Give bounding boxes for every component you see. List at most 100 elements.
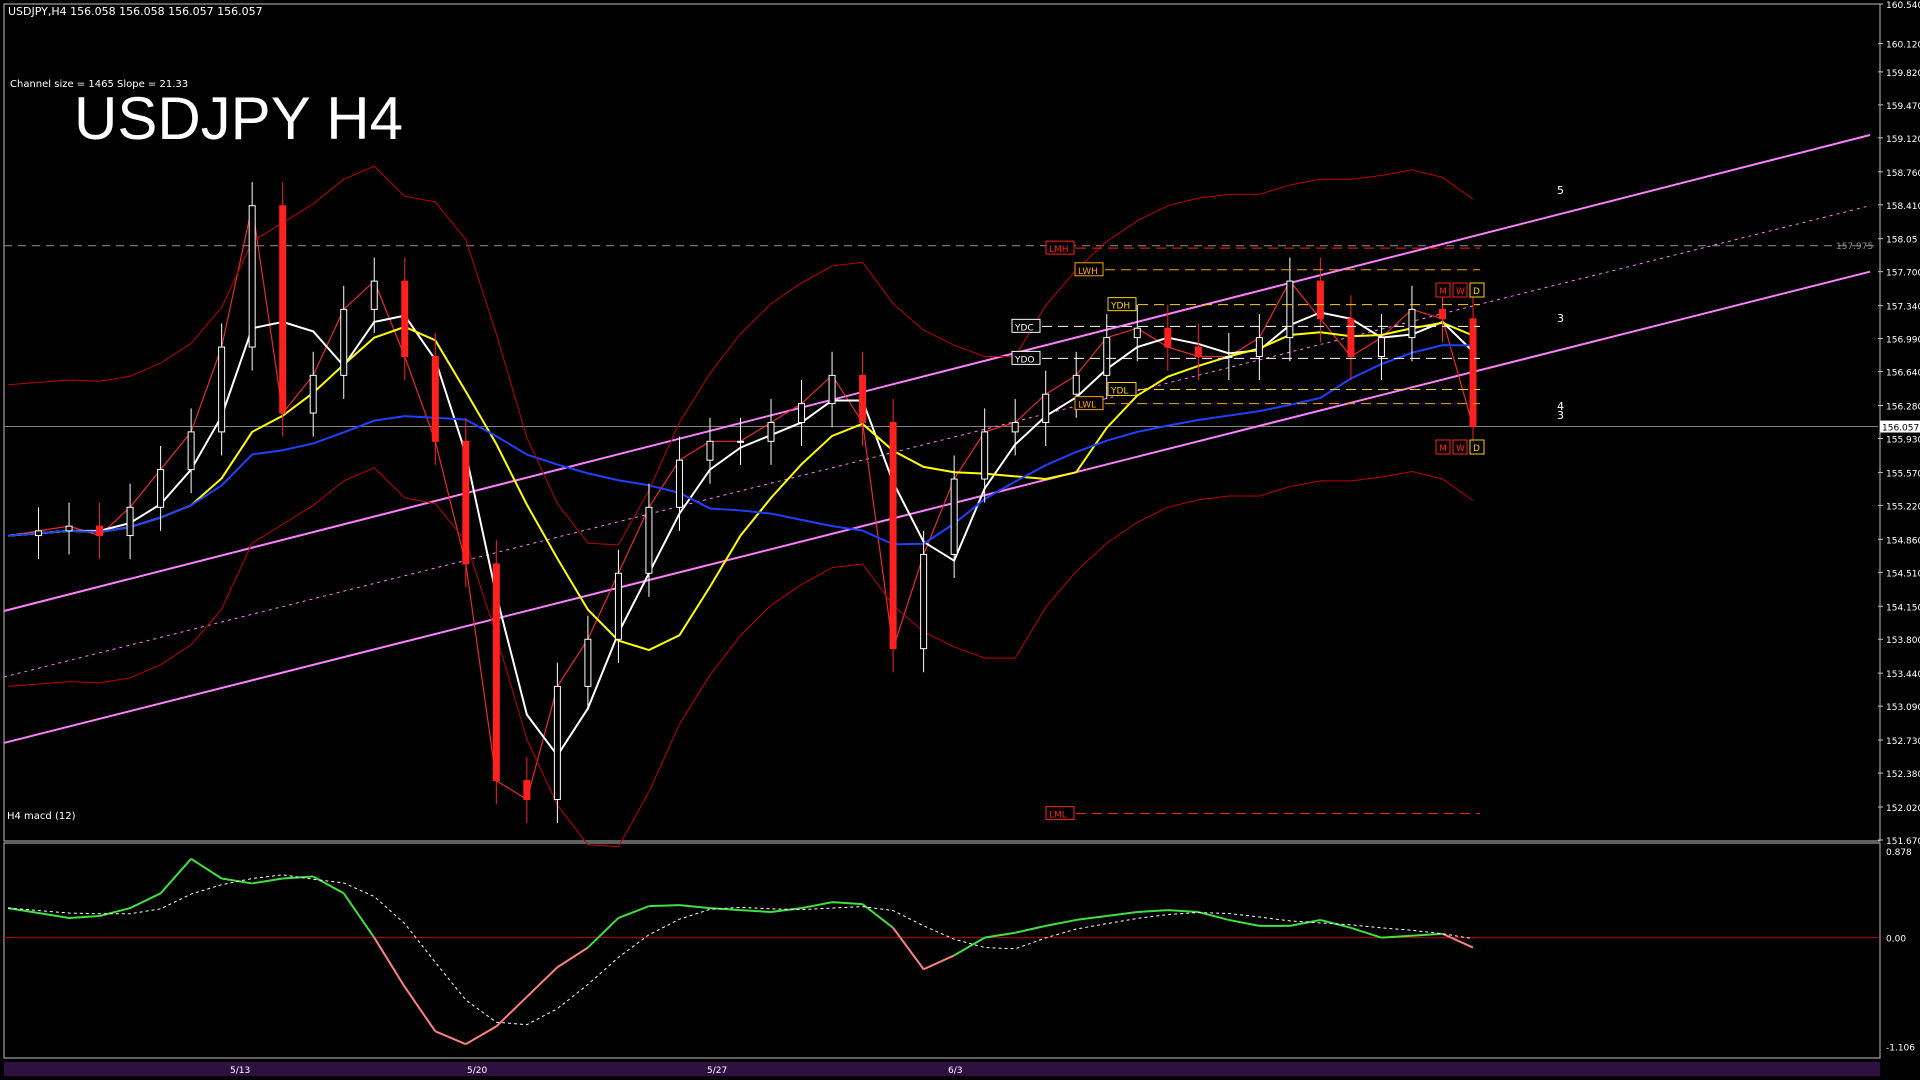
candle-body <box>401 280 409 357</box>
price-tick-label: 158.760 <box>1886 169 1920 179</box>
level-label: YDC <box>1014 323 1034 333</box>
price-tick-label: 159.120 <box>1886 135 1920 145</box>
macd-segment <box>434 1030 467 1046</box>
candle-body <box>981 431 989 480</box>
wave-label: 5 <box>1557 184 1564 197</box>
candle-body <box>1164 327 1172 348</box>
date-axis: 5/13 5/20 5/27 6/3 <box>4 1062 1880 1076</box>
level-labels: LMHLWHYDHYDCYDOYDLLWLLMLMMWWDD5343 <box>1011 184 1564 821</box>
candle-body <box>828 374 836 405</box>
macd-title: H4 macd (12) <box>7 811 76 822</box>
candle-body <box>248 205 256 348</box>
price-tick-label: 159.820 <box>1886 69 1920 79</box>
price-tick-label: 155.220 <box>1886 502 1920 512</box>
macd-segment <box>679 904 711 910</box>
symbol-header: USDJPY,H4 156.058 156.058 156.057 156.05… <box>8 5 263 18</box>
macd-segment <box>495 996 528 1028</box>
price-tick-label: 154.860 <box>1886 536 1920 546</box>
level-label: YDH <box>1110 302 1130 312</box>
macd-segment <box>129 892 162 909</box>
candle-body <box>1286 280 1294 339</box>
candle-body <box>279 205 287 414</box>
candle-body <box>1377 337 1385 357</box>
dashed-level-label: 157.975 <box>1836 242 1873 252</box>
candle-body <box>1194 346 1202 357</box>
macd-segment <box>1106 911 1138 917</box>
macd-segment <box>342 892 376 939</box>
macd-segment <box>1137 909 1168 914</box>
price-tick-label: 152.020 <box>1886 804 1920 814</box>
level-label: LMH <box>1049 245 1069 255</box>
date-label: 6/3 <box>948 1066 962 1076</box>
price-tick-label: 153.090 <box>1886 703 1920 713</box>
macd-axis: 0.878 0.00 -1.106 <box>1886 848 1915 1054</box>
macd-segment <box>618 905 650 919</box>
level-label: YDL <box>1110 386 1128 396</box>
price-tick-label: 156.990 <box>1886 336 1920 346</box>
macd-segment <box>648 904 680 908</box>
price-tick-label: 151.670 <box>1886 837 1920 847</box>
macd-segment <box>68 914 100 919</box>
candle-body <box>157 469 165 508</box>
macd-segment <box>252 877 283 885</box>
candle-body <box>1316 280 1324 320</box>
candle-body <box>65 525 73 532</box>
price-tick-label: 160.120 <box>1886 41 1920 51</box>
macd-segment <box>373 937 406 988</box>
price-tick-label: 157.700 <box>1886 269 1920 279</box>
price-tick-label: 154.510 <box>1886 569 1920 579</box>
macd-segment <box>526 966 559 998</box>
candle-body <box>1011 421 1019 433</box>
wave-label: 3 <box>1557 409 1564 422</box>
candle-body <box>187 431 195 471</box>
candle-body <box>1133 327 1141 339</box>
macd-segment <box>99 907 131 917</box>
price-axis: 160.540 160.120 159.820 159.470 159.120 158.7… <box>1878 1 1920 847</box>
candle-body <box>370 280 378 310</box>
candles <box>35 182 1477 824</box>
ma-yellow <box>7 321 1474 652</box>
macd-panel <box>4 857 1878 1046</box>
macd-segment <box>38 912 70 919</box>
macd-tick-label: 0.00 <box>1886 935 1906 945</box>
candle-body <box>920 553 928 650</box>
candle-body <box>798 403 806 423</box>
candle-body <box>553 685 561 800</box>
candle-body <box>859 374 867 423</box>
price-tick-label: 158.410 <box>1886 202 1920 212</box>
mwd-label: M <box>1439 287 1447 297</box>
candle-body <box>1255 337 1263 357</box>
candle-body <box>584 638 592 687</box>
macd-segment <box>892 927 925 970</box>
price-series <box>7 165 1474 848</box>
candle-body <box>1072 374 1080 395</box>
macd-segment <box>1350 926 1382 939</box>
macd-tick-label: 0.878 <box>1886 848 1912 858</box>
candle-body <box>523 780 531 800</box>
candle-body <box>706 440 714 461</box>
candle-body <box>645 506 653 574</box>
macd-segment <box>403 986 437 1032</box>
macd-segment <box>770 907 802 914</box>
macd-segment <box>1045 918 1077 927</box>
candle-body <box>950 478 958 555</box>
mwd-label: W <box>1456 444 1465 454</box>
candle-body <box>462 440 470 565</box>
price-tick-label: 152.730 <box>1886 737 1920 747</box>
candle-body <box>126 506 134 537</box>
macd-segment <box>312 875 345 895</box>
date-label: 5/27 <box>707 1066 727 1076</box>
candle-body <box>340 308 348 376</box>
macd-segment <box>221 877 253 885</box>
mwd-label: D <box>1473 287 1480 297</box>
macd-segment <box>801 901 833 910</box>
candle-body <box>431 355 439 442</box>
mwd-label: M <box>1439 444 1447 454</box>
level-label: LML <box>1049 811 1067 821</box>
macd-segment <box>1076 914 1107 921</box>
candle-body <box>889 421 897 650</box>
candle-body <box>614 572 622 640</box>
price-tick-label: 158.05 <box>1886 236 1918 246</box>
candle-body <box>767 421 775 442</box>
candle-body <box>218 346 226 433</box>
